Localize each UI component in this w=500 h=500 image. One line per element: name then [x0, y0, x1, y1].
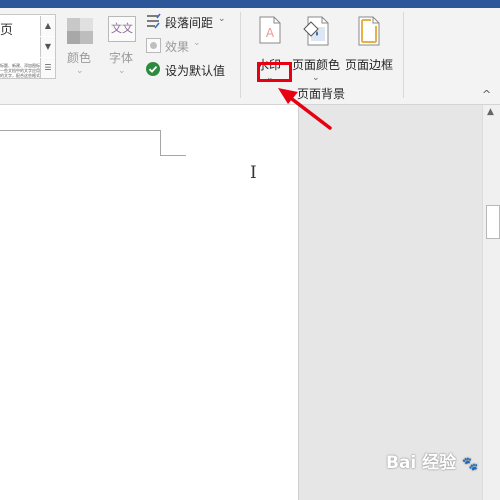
gallery-more-button[interactable]: ☰	[40, 58, 55, 78]
page-borders-button[interactable]: 页面边框	[345, 16, 395, 76]
chevron-down-icon[interactable]: ⌄	[312, 73, 320, 83]
page-color-icon	[303, 16, 329, 46]
gallery-scroll-down-button[interactable]: ▼	[40, 37, 55, 57]
ribbon: 页 标题、新建、添加图标，等等一些文档中的文字应用格式中的文字，配合这些格式可以…	[0, 8, 500, 105]
margin-corner-mark	[160, 130, 161, 156]
paragraph-spacing-button[interactable]: 段落间距 ⌄	[145, 12, 233, 32]
svg-text:A: A	[266, 26, 275, 40]
fonts-icon: 文文	[108, 16, 136, 42]
page-color-button[interactable]: 页面颜色 ⌄	[292, 16, 340, 86]
annotation-highlight-box	[257, 62, 292, 82]
chevron-up-icon: ▲	[44, 21, 52, 30]
gallery-scroll-up-button[interactable]: ▲	[40, 16, 55, 36]
effects-button[interactable]: 效果 ⌄	[145, 36, 210, 56]
title-bar	[0, 0, 500, 8]
set-as-default-label: 设为默认值	[165, 64, 226, 78]
style-gallery-title: 页	[0, 23, 14, 38]
effects-icon	[146, 38, 161, 53]
document-background-pane	[298, 105, 483, 500]
watermark-icon: A	[259, 16, 281, 44]
text-cursor-icon: I	[250, 163, 257, 183]
set-as-default-button[interactable]: 设为默认值	[145, 60, 235, 80]
colors-icon	[67, 18, 93, 44]
checkmark-circle-icon	[146, 62, 160, 76]
colors-label: 颜色	[67, 51, 92, 65]
more-icon: ☰	[44, 63, 52, 72]
page-borders-icon	[358, 16, 380, 46]
fonts-button[interactable]: 文文 字体 ⌄	[106, 16, 138, 80]
paragraph-spacing-label: 段落间距	[165, 16, 214, 30]
page-background-group-label: 页面背景	[297, 87, 346, 101]
scrollbar-thumb[interactable]	[486, 205, 500, 239]
chevron-down-icon: ▼	[44, 42, 52, 51]
paragraph-spacing-icon	[147, 13, 161, 29]
chevron-down-icon: ⌄	[118, 66, 126, 76]
fonts-label: 字体	[109, 51, 134, 65]
page-borders-label: 页面边框	[345, 58, 394, 72]
style-gallery-scroll: ▲ ▼ ☰	[40, 16, 55, 81]
group-separator	[240, 12, 241, 98]
chevron-down-icon: ⌄	[193, 38, 201, 48]
page-color-label: 页面颜色	[292, 58, 341, 72]
colors-button[interactable]: 颜色 ⌄	[64, 16, 96, 80]
watermark-text: Bai 经验	[386, 453, 457, 473]
site-watermark: Bai 经验 🐾	[386, 448, 478, 473]
collapse-ribbon-icon[interactable]: ^	[482, 88, 491, 101]
group-separator	[403, 12, 404, 98]
document-page[interactable]: I	[0, 105, 298, 500]
effects-label: 效果	[165, 40, 190, 54]
text-boundary-line	[0, 130, 161, 131]
scroll-up-arrow-icon[interactable]: ▲	[487, 107, 494, 117]
chevron-down-icon: ⌄	[218, 14, 226, 24]
paw-icon: 🐾	[462, 457, 479, 472]
chevron-down-icon: ⌄	[76, 66, 84, 76]
margin-corner-mark	[160, 155, 186, 156]
vertical-scrollbar[interactable]: ▲	[482, 105, 500, 500]
